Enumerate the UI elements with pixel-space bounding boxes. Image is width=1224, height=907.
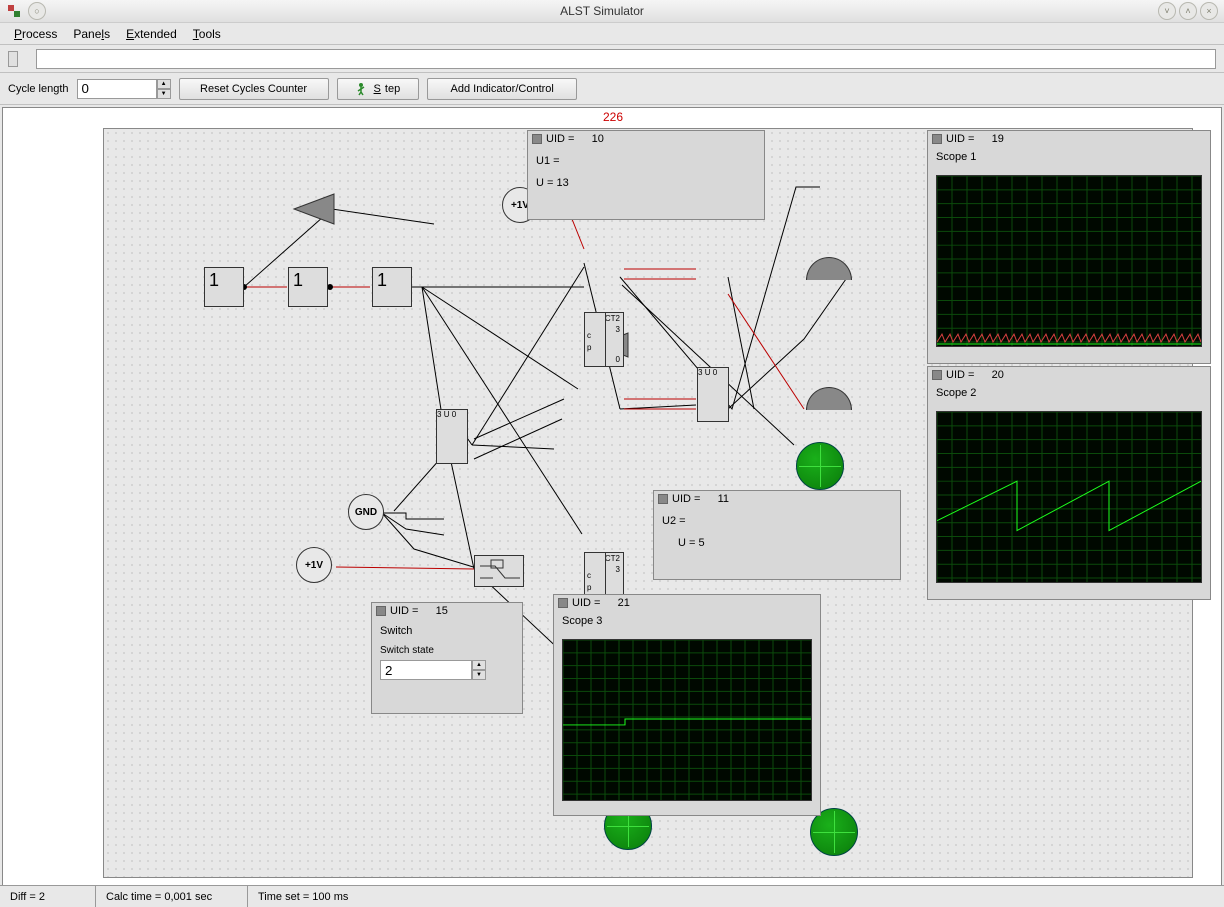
uid-value: 20 [992, 369, 1004, 381]
scope2-title: Scope 2 [936, 387, 1202, 399]
app-icon [6, 3, 22, 19]
panel-handle-icon[interactable] [558, 598, 568, 608]
switch-state-input[interactable] [380, 660, 472, 680]
cycle-length-spinbox[interactable]: ▲▼ [77, 79, 171, 99]
uid-label: UID = [390, 605, 418, 617]
close-button[interactable]: × [1200, 2, 1218, 20]
add-indicator-button[interactable]: Add Indicator/Control [427, 78, 577, 100]
uid-label: UID = [946, 133, 974, 145]
uid-label: UID = [672, 493, 700, 505]
scope1-screen [936, 175, 1202, 347]
uid-label: UID = [946, 369, 974, 381]
panel-uid10[interactable]: UID = 10 U1 = U = 13 [527, 130, 765, 220]
menu-panels[interactable]: Panels [65, 24, 118, 44]
status-timeset: Time set = 100 ms [248, 886, 1224, 907]
plus1v-source-b[interactable]: +1V [296, 547, 332, 583]
step-button[interactable]: Step [337, 78, 420, 100]
panel-scope1[interactable]: UID = 19 Scope 1 [927, 130, 1211, 364]
minimize-button[interactable]: ˅ [1158, 2, 1176, 20]
uid-value: 19 [992, 133, 1004, 145]
indicator-disc-1[interactable] [796, 442, 844, 490]
status-bar: Diff = 2 Calc time = 0,001 sec Time set … [0, 885, 1224, 907]
switch-state-label: Switch state [380, 645, 514, 656]
logic-block-2[interactable]: 1 [288, 267, 328, 307]
spin-down-button[interactable]: ▼ [472, 670, 486, 680]
scope3-screen [562, 639, 812, 801]
u1-label: U1 = [536, 155, 756, 167]
cycle-counter: 226 [603, 110, 623, 124]
ct2-block-top[interactable]: CT2 c p 3 0 [584, 312, 624, 367]
cycle-length-input[interactable] [77, 79, 157, 99]
uid-label: UID = [546, 133, 574, 145]
gauge-1[interactable] [806, 257, 852, 280]
panel-handle-icon[interactable] [532, 134, 542, 144]
menu-extended[interactable]: Extended [118, 24, 185, 44]
scope3-title: Scope 3 [562, 615, 812, 627]
spin-up-button[interactable]: ▲ [472, 660, 486, 670]
menubar: Process Panels Extended Tools [0, 23, 1224, 45]
status-diff: Diff = 2 [0, 886, 96, 907]
toolbar-input-row [0, 45, 1224, 73]
address-input[interactable] [36, 49, 1216, 69]
step-icon [356, 82, 370, 96]
cycle-length-label: Cycle length [8, 83, 69, 95]
gauge-2[interactable] [806, 387, 852, 410]
u2-label: U2 = [662, 515, 892, 527]
panel-uid11[interactable]: UID = 11 U2 = U = 5 [653, 490, 901, 580]
panel-handle-icon[interactable] [658, 494, 668, 504]
canvas-area[interactable]: 226 [2, 107, 1222, 889]
logic-block-3[interactable]: 1 [372, 267, 412, 307]
logic-block-1[interactable]: 1 [204, 267, 244, 307]
window-titlebar: ○ ALST Simulator ˅ ˄ × [0, 0, 1224, 23]
switch-block[interactable] [474, 555, 524, 587]
window-title: ALST Simulator [46, 4, 1158, 18]
panel-scope3[interactable]: UID = 21 Scope 3 [553, 594, 821, 816]
scope2-screen [936, 411, 1202, 583]
uid-value: 21 [618, 597, 630, 609]
panel-uid15[interactable]: UID = 15 Switch Switch state ▲▼ [371, 602, 523, 714]
menu-tools[interactable]: Tools [185, 24, 229, 44]
panel-handle-icon[interactable] [376, 606, 386, 616]
uid-value: 15 [436, 605, 448, 617]
uid-value: 10 [592, 133, 604, 145]
toolbar-handle-icon[interactable] [8, 51, 18, 67]
switch-state-spinbox[interactable]: ▲▼ [380, 660, 490, 680]
uid-label: UID = [572, 597, 600, 609]
switch-title: Switch [380, 625, 514, 637]
u-block-mid[interactable]: 3 U 0 [436, 409, 468, 464]
panel-handle-icon[interactable] [932, 134, 942, 144]
menu-process[interactable]: Process [6, 24, 65, 44]
reset-cycles-button[interactable]: Reset Cycles Counter [179, 78, 329, 100]
toolbar-buttons-row: Cycle length ▲▼ Reset Cycles Counter Ste… [0, 73, 1224, 105]
status-calc: Calc time = 0,001 sec [96, 886, 248, 907]
spin-down-button[interactable]: ▼ [157, 89, 171, 99]
u-value: U = 5 [678, 537, 892, 549]
u-block-top[interactable]: 3 U 0 [697, 367, 729, 422]
u-value: U = 13 [536, 177, 756, 189]
gnd-node[interactable]: GND [348, 494, 384, 530]
panel-scope2[interactable]: UID = 20 Scope 2 [927, 366, 1211, 600]
panel-handle-icon[interactable] [932, 370, 942, 380]
uid-value: 11 [718, 493, 729, 505]
maximize-button[interactable]: ˄ [1179, 2, 1197, 20]
menu-icon[interactable]: ○ [28, 2, 46, 20]
spin-up-button[interactable]: ▲ [157, 79, 171, 89]
scope1-title: Scope 1 [936, 151, 1202, 163]
